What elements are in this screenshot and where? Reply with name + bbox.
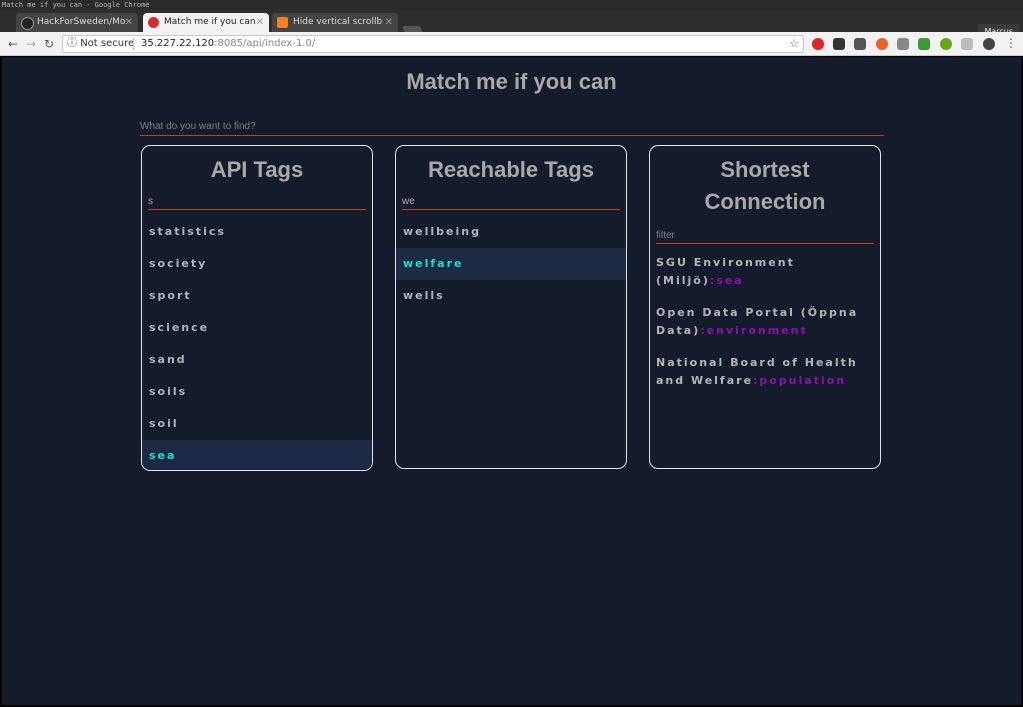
tab-label: Match me if you can xyxy=(164,17,256,27)
reachable-tags-filter-input[interactable] xyxy=(402,194,620,210)
panel-title: Shortest Connection xyxy=(704,157,826,214)
connection-item[interactable]: SGU Environment (Miljö):sea xyxy=(656,254,874,290)
reachable-tags-panel: Reachable Tags wellbeingwelfarewells xyxy=(395,145,627,469)
tab-match-me[interactable]: Match me if you can ✕ xyxy=(143,13,269,32)
panel-title: Reachable Tags xyxy=(428,157,594,182)
page-title: Match me if you can xyxy=(406,69,617,94)
api-tag-item-science[interactable]: science xyxy=(142,312,372,344)
reachable-tags-list: wellbeing welfare wells xyxy=(396,216,626,312)
tab-label: HackForSweden/Mo xyxy=(37,17,126,27)
screenshot-extension-icon[interactable] xyxy=(854,38,866,50)
api-tag-item-statistics[interactable]: statistics xyxy=(142,216,372,248)
not-secure-indicator[interactable]: ⓘ Not secure xyxy=(67,36,134,52)
connection-filter-input[interactable] xyxy=(656,228,874,244)
security-label: Not secure xyxy=(80,38,135,49)
api-tag-item-soil[interactable]: soil xyxy=(142,408,372,440)
api-tags-filter-input[interactable] xyxy=(148,194,366,210)
window-title: Match me if you can - Google Chrome xyxy=(2,1,150,9)
page-content: Match me if you can API Tags statisticss… xyxy=(2,57,1021,705)
api-tags-list: statistics society sport science sand soils so… xyxy=(142,216,372,470)
forward-arrow-icon[interactable]: → xyxy=(22,35,40,53)
tab-label: Hide vertical scrollb xyxy=(293,17,383,27)
url-host: 35.227.22.120 xyxy=(141,38,215,49)
api-tag-item-sea[interactable]: sea xyxy=(142,440,372,470)
dashboard-extension-icon[interactable] xyxy=(961,38,973,50)
shortest-connection-panel: Shortest Connection SGU Environment (Mil… xyxy=(649,145,881,469)
glasses-extension-icon[interactable] xyxy=(983,38,995,50)
api-tags-panel: API Tags statisticssocietysportsciencesa… xyxy=(141,145,373,471)
green-extension-icon[interactable] xyxy=(918,38,930,50)
connection-tag: :sea xyxy=(709,274,744,287)
api-tag-item-sand[interactable]: sand xyxy=(142,344,372,376)
search-input[interactable] xyxy=(140,117,884,136)
browser-menu-icon[interactable]: ⋮ xyxy=(1005,36,1017,50)
connection-item[interactable]: National Board of Health and Welfare:pop… xyxy=(656,354,874,390)
browser-toolbar: ← → ↻ ⓘ Not secure 35.227.22.120:8085/ap… xyxy=(0,32,1023,56)
github-icon xyxy=(21,17,34,30)
sync-extension-icon[interactable] xyxy=(833,38,845,50)
back-arrow-icon[interactable]: ← xyxy=(4,35,22,53)
close-icon[interactable]: ✕ xyxy=(385,13,393,32)
window-title-bar: Match me if you can - Google Chrome xyxy=(0,0,1023,10)
address-bar[interactable]: ⓘ Not secure 35.227.22.120:8085/api/inde… xyxy=(62,35,804,53)
close-icon[interactable]: ✕ xyxy=(125,13,133,32)
tab-stackoverflow[interactable]: Hide vertical scrollb ✕ xyxy=(272,13,398,32)
api-tag-item-society[interactable]: society xyxy=(142,248,372,280)
connection-tag: :population xyxy=(753,374,847,387)
panel-title: API Tags xyxy=(210,157,304,182)
connection-list: SGU Environment (Miljö):sea Open Data Por… xyxy=(656,254,874,390)
url-path: :8085/api/index-1.0/ xyxy=(214,38,316,49)
close-icon[interactable]: ✕ xyxy=(256,13,264,32)
stackoverflow-icon xyxy=(277,17,288,28)
connection-tag: :environment xyxy=(700,324,808,337)
reachable-tag-item-wells[interactable]: wells xyxy=(396,280,626,312)
connection-item[interactable]: Open Data Portal (Öppna Data):environmen… xyxy=(656,304,874,340)
bookmark-star-icon[interactable]: ☆ xyxy=(789,36,799,52)
evernote-extension-icon[interactable] xyxy=(940,38,952,50)
opera-extension-icon[interactable] xyxy=(812,38,824,50)
reload-icon[interactable]: ↻ xyxy=(40,35,58,53)
url-text: 35.227.22.120:8085/api/index-1.0/ xyxy=(141,36,315,52)
tab-github[interactable]: HackForSweden/Mo ✕ xyxy=(16,13,138,32)
angular-icon xyxy=(148,17,159,28)
lock-extension-icon[interactable] xyxy=(897,38,909,50)
reachable-tag-item-wellbeing[interactable]: wellbeing xyxy=(396,216,626,248)
address-separator xyxy=(133,38,134,50)
api-tag-item-soils[interactable]: soils xyxy=(142,376,372,408)
tab-strip: HackForSweden/Mo ✕ Match me if you can ✕… xyxy=(0,10,1023,39)
api-tag-item-sport[interactable]: sport xyxy=(142,280,372,312)
privacy-extension-icon[interactable] xyxy=(876,38,888,50)
reachable-tag-item-welfare[interactable]: welfare xyxy=(396,248,626,280)
